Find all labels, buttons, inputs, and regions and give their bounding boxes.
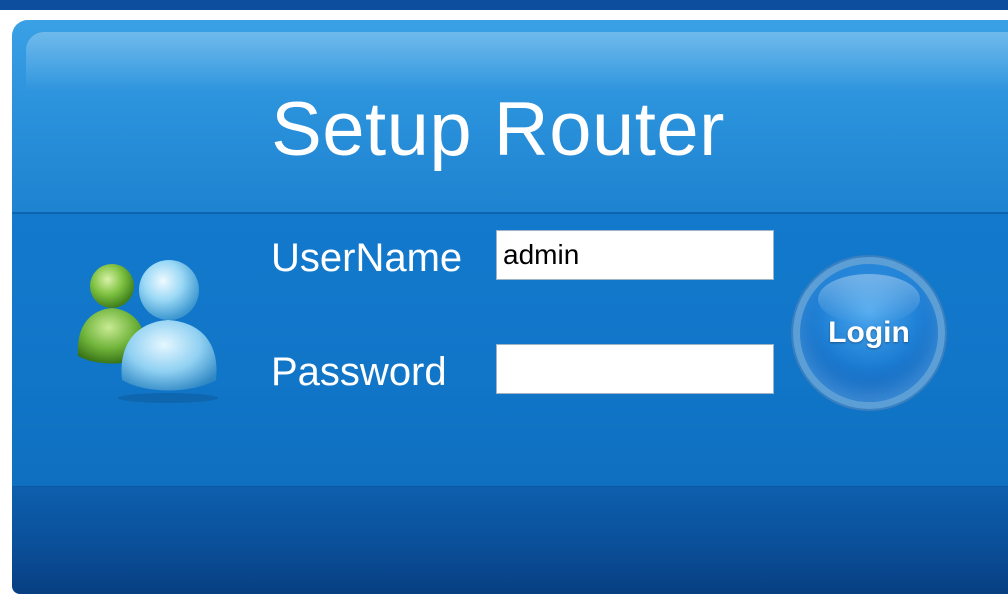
login-button[interactable]: Login xyxy=(793,257,945,409)
login-button-label: Login xyxy=(828,316,910,349)
page-title: Setup Router xyxy=(271,87,725,172)
username-label: UserName xyxy=(271,236,463,280)
header-gloss xyxy=(26,32,1008,92)
top-border-strip xyxy=(0,0,1008,10)
password-field[interactable] xyxy=(496,344,774,394)
footer-band xyxy=(12,486,1008,594)
username-field[interactable] xyxy=(496,230,774,280)
header-band: Setup Router xyxy=(12,20,1008,214)
users-icon xyxy=(77,260,218,403)
password-label: Password xyxy=(271,350,447,394)
